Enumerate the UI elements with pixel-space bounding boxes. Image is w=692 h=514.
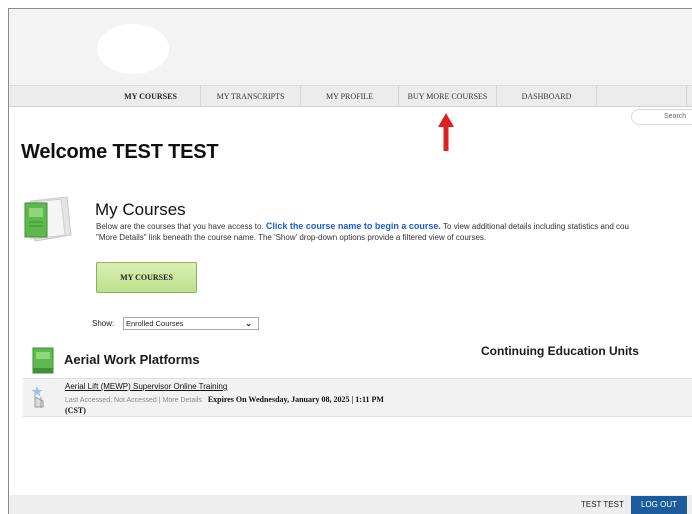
footer-username: TEST TEST [581, 500, 624, 509]
ceu-column-title: Continuing Education Units [481, 344, 639, 358]
page-footer: TEST TEST LOG OUT [9, 495, 692, 514]
last-accessed-text: Last Accessed: Not Accessed [65, 397, 157, 404]
page-frame: MY COURSES MY TRANSCRIPTS MY PROFILE BUY… [8, 8, 692, 514]
desc-text-1: Below are the courses that you have acce… [96, 222, 266, 231]
site-header [9, 9, 692, 85]
course-meta: Last Accessed: Not Accessed | More Detai… [65, 395, 384, 404]
book-icon [32, 347, 54, 374]
course-row: Aerial Lift (MEWP) Supervisor Online Tra… [23, 378, 692, 417]
logout-button[interactable]: LOG OUT [631, 496, 687, 514]
nav-spacer [597, 86, 687, 106]
desc-line-2: "More Details" link beneath the course n… [96, 233, 487, 242]
nav-dashboard[interactable]: DASHBOARD [497, 86, 597, 107]
course-name-link[interactable]: Aerial Lift (MEWP) Supervisor Online Tra… [65, 382, 227, 391]
desc-text-2: To view additional details including sta… [440, 222, 629, 231]
desc-highlight: Click the course name to begin a course. [265, 221, 441, 231]
my-courses-title: My Courses [95, 200, 186, 219]
red-arrow-icon [438, 113, 454, 151]
notebook-icon [24, 196, 72, 242]
show-select[interactable]: Enrolled Courses ⌄ [123, 317, 259, 330]
show-label: Show: [92, 319, 115, 328]
course-pin-icon [31, 386, 44, 408]
chevron-down-icon: ⌄ [245, 319, 252, 328]
category-title: Aerial Work Platforms [64, 352, 200, 367]
welcome-heading: Welcome TEST TEST [21, 141, 219, 163]
site-logo[interactable] [97, 24, 169, 74]
nav-buy-more-courses[interactable]: BUY MORE COURSES [399, 86, 497, 107]
my-courses-button[interactable]: MY COURSES [96, 262, 197, 293]
nav-my-courses[interactable]: MY COURSES [101, 86, 201, 107]
search-area: Search [621, 108, 692, 130]
course-timezone: (CST) [65, 406, 86, 415]
more-details-link[interactable]: More Details [163, 397, 202, 404]
my-courses-description: Below are the courses that you have acce… [96, 221, 692, 243]
nav-my-transcripts[interactable]: MY TRANSCRIPTS [201, 86, 301, 107]
main-nav: MY COURSES MY TRANSCRIPTS MY PROFILE BUY… [9, 85, 692, 107]
meta-separator: | [158, 397, 161, 404]
course-expires: Expires On Wednesday, January 08, 2025 |… [207, 395, 384, 404]
show-selected-value: Enrolled Courses [126, 319, 184, 328]
search-input[interactable]: Search [631, 109, 692, 125]
nav-my-profile[interactable]: MY PROFILE [301, 86, 399, 107]
